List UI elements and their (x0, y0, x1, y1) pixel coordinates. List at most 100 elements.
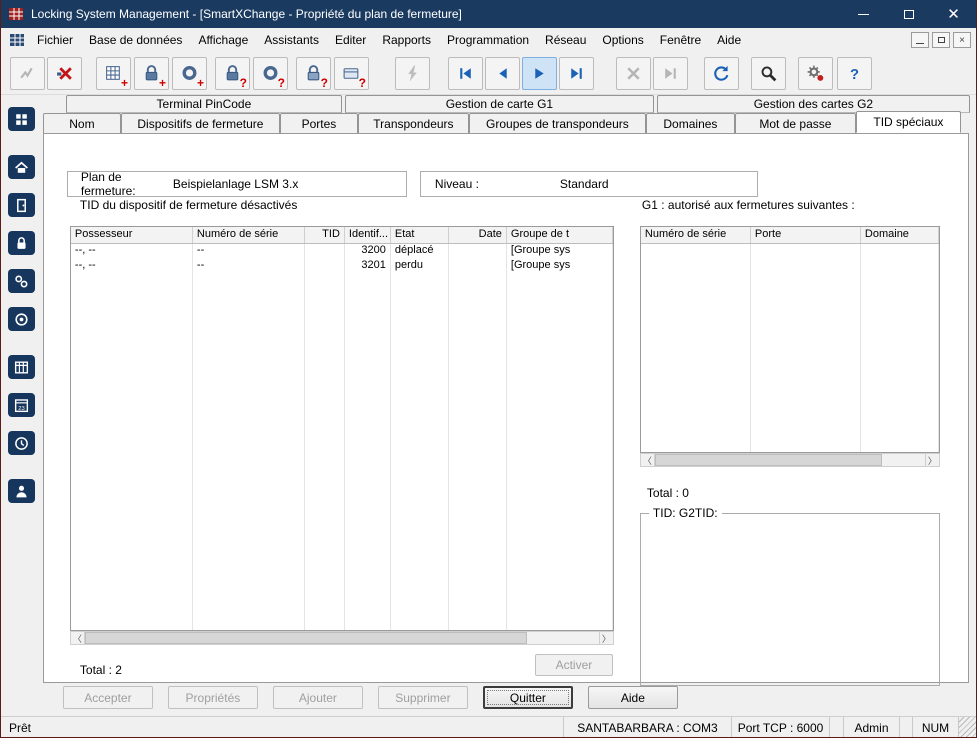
search-button[interactable] (751, 57, 786, 90)
supprimer-button[interactable]: Supprimer (378, 686, 468, 709)
plan-de-fermeture-label: Plan de fermeture: (81, 170, 173, 198)
column-numero-de-serie[interactable]: Numéro de série (193, 227, 305, 243)
scroll-thumb[interactable] (655, 454, 882, 466)
tab-portes[interactable]: Portes (280, 113, 358, 133)
table-row[interactable]: --, -- -- 3201 perdu [Groupe sys (71, 259, 613, 274)
quitter-button[interactable]: Quitter (483, 686, 573, 709)
column-groupe[interactable]: Groupe de t (507, 227, 613, 243)
menu-reseau[interactable]: Réseau (537, 29, 594, 51)
lock-state-query-button[interactable]: ? (296, 57, 331, 90)
activer-button[interactable]: Activer (535, 654, 613, 676)
proprietes-button[interactable]: Propriétés (168, 686, 258, 709)
new-matrix-button[interactable]: + (96, 57, 131, 90)
cancel-button[interactable] (616, 57, 651, 90)
menu-assistants[interactable]: Assistants (256, 29, 327, 51)
sidebar-person-button[interactable] (8, 479, 35, 503)
sidebar-transponder-button[interactable] (8, 269, 35, 293)
new-lock-button[interactable]: + (134, 57, 169, 90)
accepter-button[interactable]: Accepter (63, 686, 153, 709)
refresh-button[interactable] (704, 57, 739, 90)
menu-fichier[interactable]: Fichier (29, 29, 81, 51)
clock-icon (13, 435, 30, 452)
mdi-restore-button[interactable] (932, 32, 950, 48)
menu-base-de-donnees[interactable]: Base de données (81, 29, 190, 51)
menu-aide[interactable]: Aide (709, 29, 749, 51)
menu-options[interactable]: Options (594, 29, 651, 51)
mdi-close-button[interactable]: × (953, 32, 971, 48)
menu-affichage[interactable]: Affichage (190, 29, 256, 51)
nav-last-disabled-button[interactable] (653, 57, 688, 90)
tab-transpondeurs[interactable]: Transpondeurs (358, 113, 469, 133)
minimize-button[interactable] (841, 0, 886, 28)
scroll-track[interactable] (655, 454, 925, 466)
nav-last-gray-icon (661, 64, 680, 83)
column-identif[interactable]: Identif... (345, 227, 391, 243)
column-etat[interactable]: Etat (391, 227, 449, 243)
connect-button[interactable] (10, 57, 45, 90)
scroll-right-arrow[interactable]: 〉 (925, 454, 939, 466)
nav-last-button[interactable] (559, 57, 594, 90)
question-badge-icon: ? (240, 77, 247, 89)
tab-terminal-pincode[interactable]: Terminal PinCode (66, 95, 342, 113)
cell-groupe: [Groupe sys (507, 244, 613, 259)
nav-next-button[interactable] (522, 57, 557, 90)
sidebar-target-button[interactable] (8, 307, 35, 331)
sidebar-clock-button[interactable] (8, 431, 35, 455)
tab-dispositifs-de-fermeture[interactable]: Dispositifs de fermeture (121, 113, 280, 133)
table-row[interactable]: --, -- -- 3200 déplacé [Groupe sys (71, 244, 613, 259)
deactivated-tid-table[interactable]: Possesseur Numéro de série TID Identif..… (70, 226, 614, 631)
menu-fenetre[interactable]: Fenêtre (652, 29, 709, 51)
tab-mot-de-passe[interactable]: Mot de passe (735, 113, 856, 133)
help-button[interactable]: ? (837, 57, 872, 90)
maximize-button[interactable] (886, 0, 931, 28)
ajouter-button[interactable]: Ajouter (273, 686, 363, 709)
scroll-right-arrow[interactable]: 〉 (599, 632, 613, 644)
aide-button[interactable]: Aide (588, 686, 678, 709)
column-porte[interactable]: Porte (751, 227, 861, 243)
scroll-thumb[interactable] (85, 632, 527, 644)
status-spacer (899, 717, 912, 738)
resize-grip[interactable] (958, 717, 976, 738)
disconnect-button[interactable] (47, 57, 82, 90)
scroll-left-arrow[interactable]: 〈 (71, 632, 85, 644)
search-settings-button[interactable] (798, 57, 833, 90)
menu-rapports[interactable]: Rapports (374, 29, 439, 51)
card-query-button[interactable]: ? (334, 57, 369, 90)
document-matrix-icon[interactable] (7, 32, 27, 48)
tab-tid-speciaux[interactable]: TID spéciaux (856, 111, 961, 133)
sidebar-calendar-button[interactable]: 23 (8, 393, 35, 417)
refresh-icon (712, 64, 731, 83)
nav-prev-button[interactable] (485, 57, 520, 90)
tab-nom[interactable]: Nom (43, 113, 121, 133)
tab-groupes-de-transpondeurs[interactable]: Groupes de transpondeurs (469, 113, 646, 133)
column-possesseur[interactable]: Possesseur (71, 227, 193, 243)
column-numero-de-serie[interactable]: Numéro de série (641, 227, 751, 243)
sidebar-door-button[interactable] (8, 193, 35, 217)
right-table-hscrollbar[interactable]: 〈 〉 (640, 453, 940, 467)
sidebar-lock-button[interactable] (8, 231, 35, 255)
program-button[interactable] (395, 57, 430, 90)
column-date[interactable]: Date (449, 227, 507, 243)
left-table-hscrollbar[interactable]: 〈 〉 (70, 631, 614, 645)
menu-editer[interactable]: Editer (327, 29, 374, 51)
lock-query-button[interactable]: ? (215, 57, 250, 90)
g1-authorized-table[interactable]: Numéro de série Porte Domaine (640, 226, 940, 453)
gear-icon (806, 64, 825, 83)
menu-programmation[interactable]: Programmation (439, 29, 537, 51)
mdi-minimize-button[interactable] (911, 32, 929, 48)
tab-gestion-carte-g1[interactable]: Gestion de carte G1 (345, 95, 654, 113)
cell-etat: perdu (391, 259, 449, 274)
sidebar-home-button[interactable] (8, 155, 35, 179)
transponder-query-button[interactable]: ? (253, 57, 288, 90)
nav-first-button[interactable] (448, 57, 483, 90)
scroll-track[interactable] (85, 632, 599, 644)
new-transponder-button[interactable]: + (172, 57, 207, 90)
nav-first-icon (456, 64, 475, 83)
scroll-left-arrow[interactable]: 〈 (641, 454, 655, 466)
tab-domaines[interactable]: Domaines (646, 113, 735, 133)
column-domaine[interactable]: Domaine (861, 227, 939, 243)
column-tid[interactable]: TID (305, 227, 345, 243)
sidebar-matrix-view-button[interactable] (8, 107, 35, 131)
close-button[interactable]: ✕ (931, 0, 976, 28)
sidebar-schedule-button[interactable] (8, 355, 35, 379)
